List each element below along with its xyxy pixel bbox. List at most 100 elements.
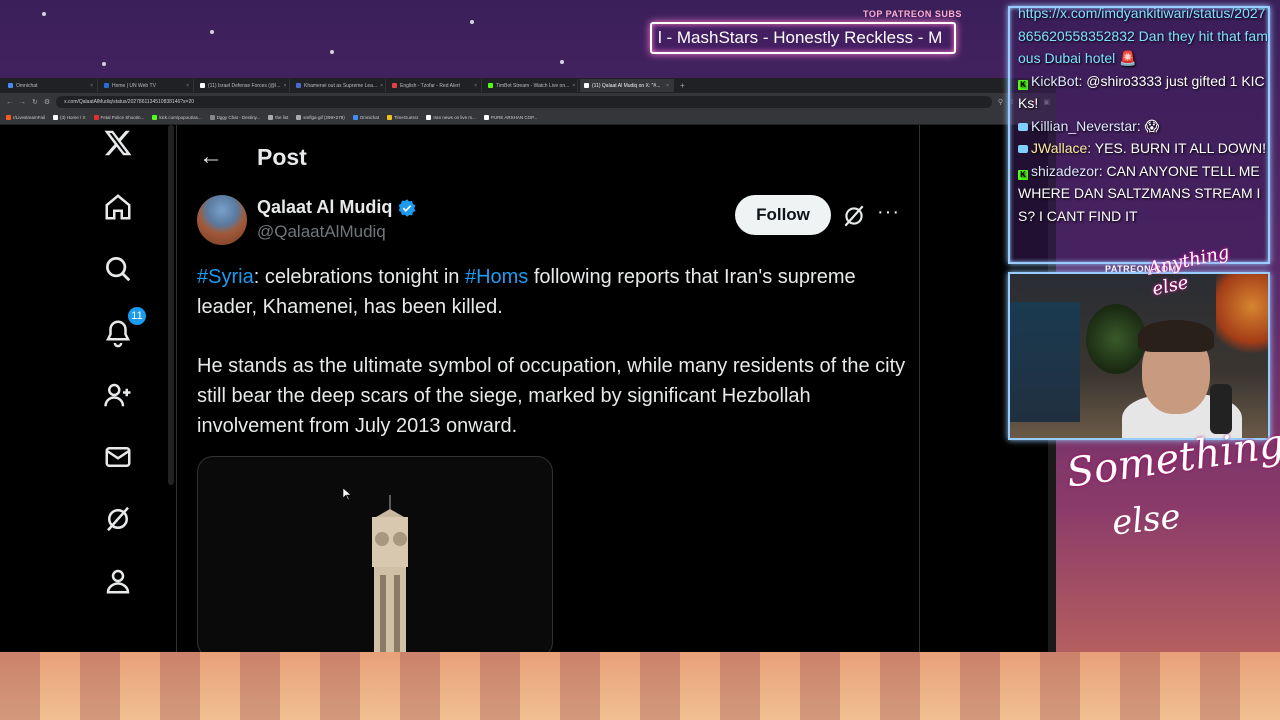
tab-favicon-icon — [488, 83, 493, 88]
bookmark-item[interactable]: PURE ARSHAN COP... — [483, 115, 537, 120]
messages-icon[interactable] — [100, 439, 136, 475]
tab-close-icon[interactable]: × — [380, 83, 383, 89]
chat-message-text: : YES. BURN IT ALL DOWN! — [1087, 140, 1266, 156]
back-icon[interactable]: ← — [6, 99, 13, 106]
bookmark-item[interactable]: kick.com/popout/as... — [152, 115, 202, 120]
tab-close-icon[interactable]: × — [666, 83, 669, 89]
zoom-icon[interactable]: ⚲ — [998, 98, 1003, 106]
overlay-bottom-band — [0, 652, 1280, 720]
author-name[interactable]: Qalaat Al Mudiq — [257, 197, 392, 218]
tab-label: Omnichat — [16, 82, 38, 89]
bookmark-label: kick.com/popout/as... — [159, 115, 202, 120]
bookmark-label: r/LivestreamFail — [13, 115, 46, 120]
bookmark-label: TimeGuessr — [393, 115, 419, 120]
chat-username: KickBot — [1031, 72, 1079, 89]
cam-plant — [1086, 304, 1146, 374]
address-bar-row: ← → ↻ ⚙ x.com/QalaatAlMudiq/status/20278… — [0, 93, 1056, 111]
bookmark-item[interactable]: (3) Home / X — [53, 115, 86, 120]
browser-tab[interactable]: Home | UN Web TV × — [100, 79, 194, 92]
bookmark-favicon-icon — [6, 115, 11, 120]
tab-favicon-icon — [8, 83, 13, 88]
back-arrow-icon[interactable]: ← — [199, 143, 223, 171]
tab-close-icon[interactable]: × — [186, 83, 189, 89]
post-column: ← Post Qalaat Al Mudiq @QalaatAlMudiq Fo… — [176, 125, 920, 652]
star-decoration — [560, 60, 564, 64]
bookmark-item[interactable]: TimeGuessr — [386, 115, 419, 120]
star-decoration — [102, 62, 106, 66]
site-info-icon[interactable]: ⚙ — [44, 98, 50, 106]
tab-favicon-icon — [296, 83, 301, 88]
webcam-feed — [1008, 272, 1270, 440]
bookmark-item[interactable]: smflga-gif (299×278) — [296, 115, 345, 120]
follow-button[interactable]: Follow — [735, 195, 831, 235]
bookmark-favicon-icon — [426, 115, 432, 120]
bookmark-label: Iran news on live m... — [433, 115, 476, 120]
bookmark-favicon-icon — [352, 115, 358, 120]
author-handle[interactable]: @QalaatAlMudiq — [257, 222, 417, 242]
forward-icon[interactable]: → — [19, 99, 26, 106]
home-icon[interactable] — [100, 189, 136, 225]
page-title: Post — [257, 143, 307, 170]
more-options-icon[interactable]: ··· — [877, 201, 900, 224]
url-field[interactable]: x.com/QalaatAlMudiq/status/2027861134510… — [56, 96, 992, 108]
browser-tab[interactable]: (11) Israel Defense Forces (@I... × — [196, 79, 290, 92]
tab-favicon-icon — [104, 83, 109, 88]
left-scrollbar[interactable] — [168, 125, 174, 485]
signature-logo-2: else — [1110, 496, 1183, 544]
browser-tab[interactable]: Khamenei out as Supreme Lea... × — [292, 79, 386, 92]
patreon-ticker: l - MashStars - Honestly Reckless - M — [650, 22, 956, 54]
bookmark-favicon-icon — [386, 115, 392, 120]
chat-message-text: : 😱 — [1136, 117, 1160, 134]
bookmark-item[interactable]: Iran news on live m... — [426, 115, 476, 120]
tab-close-icon[interactable]: × — [90, 83, 93, 89]
tab-close-icon[interactable]: × — [474, 83, 477, 89]
browser-tab[interactable]: TimBot Stream - Watch Live on... × — [484, 79, 578, 92]
chat-message: Killian_Neverstar: 😱 — [1018, 115, 1268, 138]
new-tab-button[interactable]: + — [676, 81, 689, 90]
grok-explain-icon[interactable] — [841, 203, 867, 229]
bookmark-item[interactable]: Dggy Chat - Destiny... — [209, 115, 260, 120]
hashtag-syria[interactable]: #Syria — [197, 266, 254, 288]
x-logo-icon[interactable] — [100, 125, 136, 161]
star-decoration — [210, 30, 214, 34]
bookmark-item[interactable]: Fetal Police Shootin... — [93, 115, 144, 120]
search-icon[interactable] — [100, 251, 136, 287]
bookmarks-bar: r/LivestreamFail (3) Home / X Fetal Police… — [0, 111, 1056, 125]
avatar[interactable] — [197, 195, 247, 245]
chat-message: K KickBot: @shiro3333 just gifted 1 KICKs… — [1018, 70, 1268, 115]
author-name-row[interactable]: Qalaat Al Mudiq — [257, 197, 417, 218]
bookmark-item[interactable]: the list — [268, 115, 288, 120]
chat-message-text: https://x.com/imdyankitiwari/status/2027… — [1018, 6, 1268, 66]
bookmark-favicon-icon — [53, 115, 59, 120]
notifications-badge: 11 — [128, 307, 146, 325]
tweet-text: #Syria: celebrations tonight in #Homs fo… — [197, 262, 907, 441]
reload-icon[interactable]: ↻ — [32, 98, 38, 106]
bookmark-item[interactable]: r/LivestreamFail — [6, 115, 45, 120]
chat-message: JWallace: YES. BURN IT ALL DOWN! — [1018, 137, 1268, 160]
chat-username: JWallace — [1031, 140, 1088, 156]
bookmark-favicon-icon — [268, 115, 274, 120]
bookmark-item[interactable]: Omnichat — [352, 115, 379, 120]
hashtag-homs[interactable]: #Homs — [465, 266, 528, 288]
tab-close-icon[interactable]: × — [284, 83, 287, 89]
post-header: ← Post — [177, 125, 919, 189]
tab-label: English - Tzofar - Red Alert — [400, 82, 460, 89]
bookmark-favicon-icon — [296, 115, 302, 120]
tweet-media-video[interactable] — [197, 456, 553, 652]
cam-person-hair — [1138, 320, 1214, 352]
browser-tab[interactable]: (11) Qalaat Al Mudiq on X: "#... × — [580, 79, 674, 92]
bookmark-label: smflga-gif (299×278) — [303, 115, 345, 120]
notifications-bell-icon[interactable]: 11 — [100, 307, 146, 351]
chat-platform-icon — [1018, 145, 1028, 153]
grok-icon[interactable] — [100, 501, 136, 537]
bookmark-label: the list — [275, 115, 289, 120]
profile-icon[interactable] — [100, 563, 136, 599]
browser-tab[interactable]: English - Tzofar - Red Alert × — [388, 79, 482, 92]
chat-messages: https://x.com/imdyankitiwari/status/2027… — [1018, 6, 1268, 227]
bookmark-label: (3) Home / X — [60, 115, 86, 120]
browser-tab[interactable]: Omnichat × — [4, 79, 98, 92]
tab-close-icon[interactable]: × — [572, 83, 575, 89]
tab-favicon-icon — [392, 83, 397, 88]
follow-people-icon[interactable] — [100, 377, 136, 413]
author-text: Qalaat Al Mudiq @QalaatAlMudiq — [257, 197, 417, 242]
